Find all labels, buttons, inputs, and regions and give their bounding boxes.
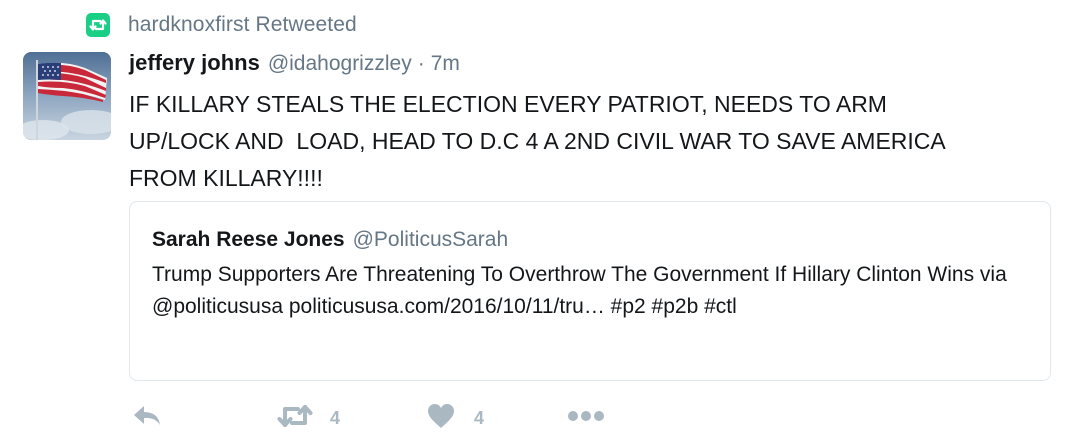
quoted-author-fullname: Sarah Reese Jones xyxy=(152,228,345,251)
quoted-tweet-header: Sarah Reese Jones @PoliticusSarah xyxy=(152,228,1028,252)
american-flag-avatar[interactable] xyxy=(23,52,111,140)
heart-icon xyxy=(426,402,456,435)
quoted-tweet-text: Trump Supporters Are Threatening To Over… xyxy=(152,263,1007,318)
author-fullname[interactable]: jeffery johns xyxy=(129,50,260,76)
like-count: 4 xyxy=(474,407,485,428)
more-dots-icon xyxy=(567,409,605,427)
retweet-button[interactable]: 4 xyxy=(276,400,340,436)
retweet-icon xyxy=(86,13,110,37)
reply-icon xyxy=(131,404,163,433)
header-separator: · xyxy=(417,52,425,75)
tweet-header: jeffery johns @idahogrizzley · 7m xyxy=(129,50,1059,80)
quoted-tweet[interactable]: Sarah Reese Jones @PoliticusSarah Trump … xyxy=(129,201,1051,381)
more-button[interactable] xyxy=(567,400,605,436)
tweet: hardknoxfirst Retweeted jeffery johns @i… xyxy=(0,0,1078,446)
tweet-text: IF KILLARY STEALS THE ELECTION EVERY PAT… xyxy=(129,91,946,191)
tweet-actions: 4 4 xyxy=(0,400,1078,436)
reply-button[interactable] xyxy=(131,400,163,436)
retweet-count: 4 xyxy=(330,407,341,428)
retweeted-by-link[interactable]: hardknoxfirst Retweeted xyxy=(128,13,357,37)
retweet-icon xyxy=(276,402,314,435)
retweet-context: hardknoxfirst Retweeted xyxy=(86,12,357,38)
author-username[interactable]: @idahogrizzley xyxy=(268,52,412,76)
tweet-content: jeffery johns @idahogrizzley · 7m IF KIL… xyxy=(129,50,1059,197)
quoted-author-username: @PoliticusSarah xyxy=(352,228,509,251)
like-button[interactable]: 4 xyxy=(426,400,484,436)
tweet-timestamp[interactable]: 7m xyxy=(431,52,460,76)
